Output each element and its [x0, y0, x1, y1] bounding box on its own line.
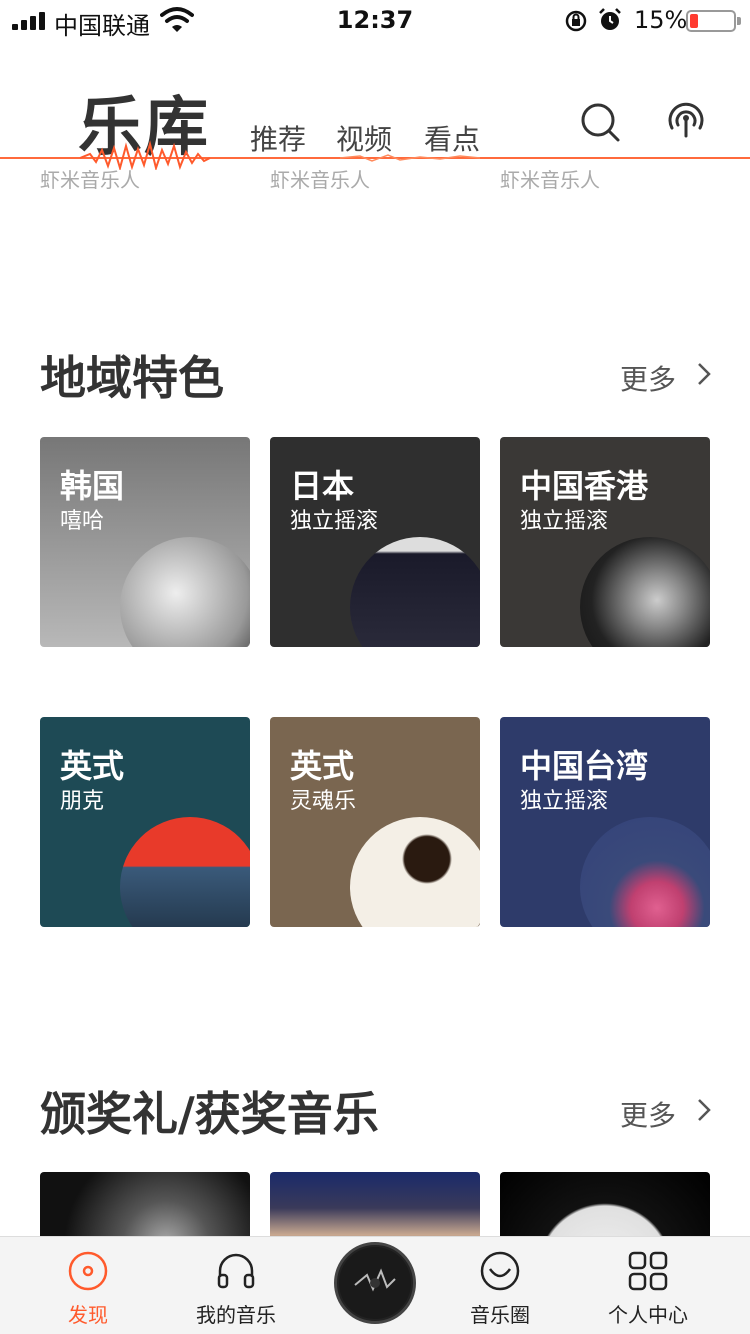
album-art-image: [120, 817, 250, 927]
tab-label: 我的音乐: [196, 1303, 276, 1327]
now-playing-disc[interactable]: [334, 1242, 416, 1324]
genre-card-japan[interactable]: 日本 独立摇滚: [270, 437, 480, 647]
card-subtitle: 独立摇滚: [520, 789, 609, 814]
more-button-regional[interactable]: 更多: [620, 358, 676, 398]
card-subtitle: 独立摇滚: [290, 509, 379, 534]
card-subtitle: 嘻哈: [60, 509, 105, 534]
card-title: 英式: [60, 747, 125, 785]
genre-card-taiwan[interactable]: 中国台湾 独立摇滚: [500, 717, 710, 927]
card-title: 英式: [290, 747, 355, 785]
search-icon[interactable]: [578, 100, 622, 144]
tab-discover[interactable]: 发现: [18, 1237, 158, 1334]
smile-icon: [480, 1251, 520, 1291]
disc-icon: [68, 1251, 108, 1291]
tab-music-circle[interactable]: 音乐圈: [430, 1237, 570, 1334]
card-title: 日本: [290, 467, 355, 505]
album-art-image: [350, 817, 480, 927]
chevron-right-icon[interactable]: [694, 360, 714, 388]
section-title-awards: 颁奖礼/获奖音乐: [40, 1087, 379, 1141]
grid-icon: [628, 1251, 668, 1291]
battery-percent: 15%: [634, 6, 688, 34]
battery-icon: [686, 10, 741, 32]
header: 乐库 推荐 视频 看点: [0, 40, 750, 170]
tab-my-music[interactable]: 我的音乐: [166, 1237, 306, 1334]
tab-label: 音乐圈: [470, 1303, 530, 1327]
card-title: 中国香港: [520, 467, 649, 505]
rotation-lock-icon: [565, 10, 587, 32]
artist-caption: 虾米音乐人: [270, 168, 370, 192]
alarm-icon: [599, 8, 621, 30]
tab-label: 个人中心: [608, 1303, 688, 1327]
genre-card-korea[interactable]: 韩国 嘻哈: [40, 437, 250, 647]
genre-card-british-punk[interactable]: 英式 朋克: [40, 717, 250, 927]
tab-label: 发现: [68, 1303, 108, 1327]
tab-profile[interactable]: 个人中心: [578, 1237, 718, 1334]
album-art-image: [120, 537, 250, 647]
headphones-icon: [217, 1253, 255, 1289]
chevron-right-icon[interactable]: [694, 1096, 714, 1124]
card-subtitle: 朋克: [60, 789, 105, 814]
card-title: 中国台湾: [520, 747, 649, 785]
album-art-image: [580, 537, 710, 647]
more-button-awards[interactable]: 更多: [620, 1094, 676, 1134]
album-art-image: [350, 537, 480, 647]
card-subtitle: 独立摇滚: [520, 509, 609, 534]
card-subtitle: 灵魂乐: [290, 789, 357, 814]
section-title-regional: 地域特色: [40, 351, 224, 405]
album-art-image: [339, 1247, 411, 1319]
genre-card-hongkong[interactable]: 中国香港 独立摇滚: [500, 437, 710, 647]
card-title: 韩国: [60, 467, 125, 505]
artist-caption: 虾米音乐人: [500, 168, 600, 192]
genre-card-british-soul[interactable]: 英式 灵魂乐: [270, 717, 480, 927]
album-art-image: [580, 817, 710, 927]
artist-caption: 虾米音乐人: [40, 168, 140, 192]
podcast-icon[interactable]: [664, 98, 708, 142]
status-bar: 中国联通 12:37 15%: [0, 0, 750, 40]
